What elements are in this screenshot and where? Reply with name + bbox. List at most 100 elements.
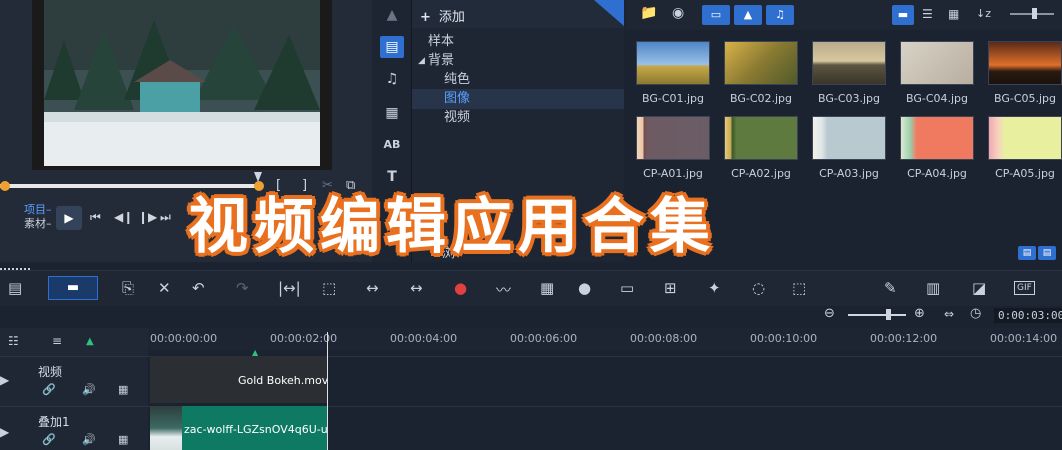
thumbnail-label: BG-C03.jpg (817, 92, 881, 105)
dimension-icon[interactable]: ▥ (926, 279, 940, 297)
show-audio-icon[interactable]: ♫ (766, 5, 794, 25)
clock-icon[interactable]: ◷ (970, 306, 981, 321)
undo-icon[interactable]: ↶ (192, 279, 205, 297)
timeline-view-button[interactable]: ▬ (48, 276, 98, 300)
grid-view-icon[interactable]: ▦ (948, 7, 959, 21)
mode-clip-label[interactable]: 素材 (24, 217, 46, 230)
copy-icon[interactable]: ⎘ (122, 279, 134, 297)
resize-icon[interactable]: ↔ (410, 279, 423, 297)
zoom-in-icon[interactable]: ⊕ (914, 306, 925, 321)
thumbnail-bg-c05[interactable] (988, 41, 1062, 85)
thumbnail-bg-c04[interactable] (900, 41, 974, 85)
list-view-icon[interactable]: ☰ (922, 7, 933, 21)
scroll-up-icon[interactable]: ▲ (380, 4, 404, 26)
thumbnail-bg-c01[interactable] (636, 41, 710, 85)
thumbnail-bg-c03[interactable] (812, 41, 886, 85)
link-icon[interactable]: 🔗 (42, 383, 56, 396)
crop-icon[interactable]: ⬚ (322, 279, 336, 297)
expand-panel-icon[interactable]: ▤ (1038, 246, 1056, 260)
zoom-slider[interactable] (848, 314, 906, 316)
split-icon[interactable]: ↔ (366, 279, 379, 297)
track-header-overlay: ▶ 叠加1 🔗 🔊 ▦ (0, 406, 148, 450)
tree-item-image[interactable]: 图像 (444, 89, 470, 109)
video-track-icon[interactable]: ▶ (0, 373, 9, 387)
track-name[interactable]: 叠加1 (38, 413, 70, 430)
timeline-timecode[interactable]: 0:00:03:00 (994, 308, 1062, 323)
zoom-out-icon[interactable]: ⊖ (824, 306, 835, 321)
record-icon[interactable]: ● (454, 279, 467, 297)
home-icon[interactable]: ⏮ (90, 210, 101, 225)
thumbnail-label: CP-A04.jpg (907, 167, 967, 180)
thumbnail-bg-c02[interactable] (724, 41, 798, 85)
import-folder-icon[interactable]: 📁 (640, 5, 657, 21)
overlay-track-icon[interactable]: ▶ (0, 425, 9, 439)
overlay-clip-thumbnail (150, 406, 182, 450)
multicam-icon[interactable]: ▦ (540, 279, 554, 297)
link-icon[interactable]: 🔗 (42, 433, 56, 446)
subtitle-icon[interactable]: ▭ (620, 279, 634, 297)
title-category-icon[interactable]: AB (380, 134, 404, 156)
add-folder-row[interactable]: + 添加 (412, 0, 624, 28)
track-manager-icon[interactable]: ☷ (8, 334, 19, 348)
expand-arrow-icon[interactable]: ◢ (418, 51, 425, 71)
add-track-icon[interactable]: ≡ (52, 334, 62, 348)
library-toolbar: 📁 ◉ ▭ ▲ ♫ ▬ ☰ ▦ ↓z (626, 0, 1062, 30)
thumbnail-cp-a05[interactable] (988, 116, 1062, 160)
thumbnail-cp-a02[interactable] (724, 116, 798, 160)
thumbnail-label: CP-A05.jpg (995, 167, 1055, 180)
thumbnail-label: BG-C04.jpg (905, 92, 969, 105)
thumbnail-label: CP-A02.jpg (731, 167, 791, 180)
fit-icon[interactable]: |↔| (278, 279, 301, 297)
transparency-icon[interactable]: ▦ (118, 383, 128, 396)
camera-icon[interactable]: ◉ (672, 5, 684, 21)
color-icon[interactable]: ● (578, 279, 591, 297)
mute-icon[interactable]: 🔊 (82, 433, 96, 446)
show-photo-icon[interactable]: ▲ (734, 5, 762, 25)
motion-icon[interactable]: ✦ (708, 279, 721, 297)
next-frame-icon[interactable]: ❙▶ (138, 210, 157, 224)
mode-switch[interactable]: 项目– 素材– (24, 203, 52, 231)
sort-icon[interactable]: ↓z (976, 7, 991, 20)
options-icon[interactable]: ▤ (1018, 246, 1036, 260)
track-name[interactable]: 视频 (38, 363, 62, 380)
audio-wave-icon[interactable]: 〰 (496, 279, 511, 300)
mode-project-label[interactable]: 项目 (24, 203, 46, 216)
transition-category-icon[interactable]: ▦ (380, 102, 404, 124)
track-header-video: ▶ 视频 🔗 🔊 ▦ (0, 356, 148, 403)
media-category-icon[interactable]: ▤ (380, 36, 404, 58)
tree-item-video[interactable]: 视频 (444, 108, 470, 128)
prev-frame-icon[interactable]: ◀❙ (114, 210, 133, 224)
thumbnail-cp-a03[interactable] (812, 116, 886, 160)
zoom-row (0, 306, 1062, 328)
tree-item-background[interactable]: 背景 (428, 51, 454, 71)
redo-icon[interactable]: ↷ (236, 279, 249, 297)
tree-item-samples[interactable]: 样本 (428, 32, 454, 52)
thumbnail-cp-a01[interactable] (636, 116, 710, 160)
loop-icon[interactable]: ◌ (752, 279, 765, 297)
mask-icon[interactable]: ✎ (884, 279, 897, 297)
plus-icon[interactable]: + (420, 10, 431, 25)
tools-icon[interactable]: ✕ (158, 279, 171, 297)
transparency-icon[interactable]: ▦ (118, 433, 128, 446)
mark-in-handle[interactable] (0, 181, 10, 191)
thumbnail-view-icon[interactable]: ▬ (892, 5, 914, 25)
screen-capture-icon[interactable]: ⬚ (792, 279, 806, 297)
end-icon[interactable]: ⏭ (160, 210, 171, 225)
thumbnail-cp-a04[interactable] (900, 116, 974, 160)
adjust-icon[interactable]: ◪ (972, 279, 986, 297)
audio-category-icon[interactable]: ♫ (380, 68, 404, 90)
fit-timeline-icon[interactable]: ⇔ (944, 307, 954, 321)
thumbnail-size-handle[interactable] (1032, 8, 1037, 19)
show-video-icon[interactable]: ▭ (702, 5, 730, 25)
timeline-playhead[interactable] (327, 332, 328, 450)
chapter-marker-icon[interactable]: ▲ (86, 336, 94, 347)
storyboard-view-icon[interactable]: ▤ (8, 279, 22, 297)
add-label[interactable]: 添加 (439, 10, 465, 25)
gif-icon[interactable]: GIF (1014, 281, 1035, 295)
mute-icon[interactable]: 🔊 (82, 383, 96, 396)
tree-item-solid-color[interactable]: 纯色 (444, 70, 470, 90)
thumbnail-label: BG-C01.jpg (641, 92, 705, 105)
grid-icon[interactable]: ⊞ (664, 279, 677, 297)
zoom-slider-handle[interactable] (886, 309, 891, 320)
play-button[interactable]: ▶ (56, 206, 82, 230)
